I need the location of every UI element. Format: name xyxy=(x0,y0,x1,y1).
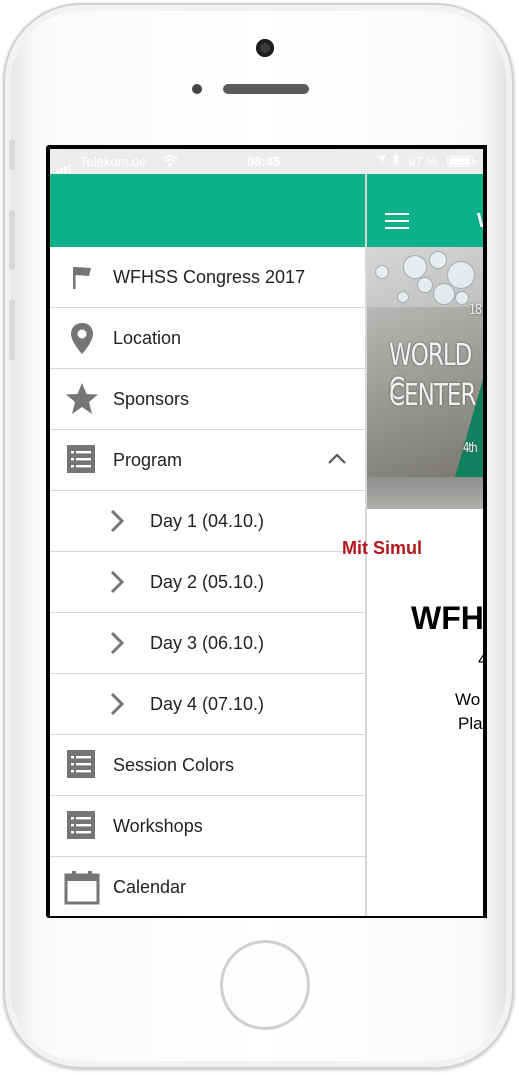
home-button[interactable] xyxy=(220,940,310,1030)
star-icon xyxy=(64,381,100,417)
bluetooth-icon xyxy=(392,152,400,169)
drawer-item-label: Day 2 (05.10.) xyxy=(150,571,265,592)
chevron-up-icon[interactable] xyxy=(327,452,347,466)
app-bar: W xyxy=(367,174,483,247)
location-arrow-icon xyxy=(376,153,387,167)
clock: 08:45 xyxy=(247,154,281,169)
venue-line: Wo xyxy=(455,690,481,709)
earpiece-speaker xyxy=(223,84,309,94)
drawer-item-label: Program xyxy=(113,449,183,470)
calendar-icon xyxy=(64,869,100,905)
screen: Telekom.de 08:45 97 % W xyxy=(46,145,487,918)
drawer-item-label: Calendar xyxy=(113,876,187,897)
congress-heading: WFH xyxy=(411,600,484,636)
volume-up-button xyxy=(9,210,15,270)
list-icon xyxy=(64,747,100,783)
photo-text-center: CENTER xyxy=(389,379,476,413)
wifi-icon xyxy=(162,154,178,170)
drawer-item-label: WFHSS Congress 2017 xyxy=(113,266,306,287)
battery-percent: 97 % xyxy=(408,154,438,169)
front-camera xyxy=(256,39,274,57)
drawer-item-workshops[interactable]: Workshops xyxy=(50,796,365,857)
navigation-drawer: WFHSS Congress 2017 Location Sponsors Pr… xyxy=(50,247,365,916)
drawer-item-congress[interactable]: WFHSS Congress 2017 xyxy=(50,247,365,308)
chevron-right-icon xyxy=(108,508,126,534)
drawer-item-program[interactable]: Program xyxy=(50,430,365,491)
status-bar: Telekom.de 08:45 97 % xyxy=(50,149,483,174)
simulation-notice: Mit Simul xyxy=(342,538,422,558)
drawer-subitem-day-2[interactable]: Day 2 (05.10.) xyxy=(50,552,365,613)
volume-down-button xyxy=(9,300,15,360)
mute-switch xyxy=(9,140,15,170)
battery-icon xyxy=(447,156,476,167)
drawer-item-sponsors[interactable]: Sponsors xyxy=(50,369,365,430)
menu-icon[interactable] xyxy=(385,213,409,230)
drawer-item-label: Location xyxy=(113,327,182,348)
congress-photo: 18 WORLD C CENTER 4th xyxy=(367,247,483,509)
drawer-subitem-day-1[interactable]: Day 1 (04.10.) xyxy=(50,491,365,552)
drawer-item-label: Day 3 (06.10.) xyxy=(150,632,265,653)
drawer-item-label: Day 4 (07.10.) xyxy=(150,693,265,714)
map-pin-icon xyxy=(64,320,100,356)
drawer-subitem-day-3[interactable]: Day 3 (06.10.) xyxy=(50,613,365,674)
screen-bezel-right xyxy=(483,145,487,918)
chevron-right-icon xyxy=(108,569,126,595)
list-icon xyxy=(64,808,100,844)
drawer-item-label: Session Colors xyxy=(113,754,235,775)
drawer-item-session-colors[interactable]: Session Colors xyxy=(50,735,365,796)
drawer-header xyxy=(50,174,365,247)
proximity-sensor xyxy=(192,84,202,94)
signal-icon xyxy=(56,158,72,173)
drawer-item-location[interactable]: Location xyxy=(50,308,365,369)
drawer-item-label: Workshops xyxy=(113,815,203,836)
drawer-item-calendar[interactable]: Calendar xyxy=(50,857,365,916)
app-screen: Telekom.de 08:45 97 % W xyxy=(50,149,483,916)
flag-icon xyxy=(64,259,100,295)
carrier-label: Telekom.de xyxy=(80,154,147,169)
drawer-item-label: Sponsors xyxy=(113,388,190,409)
photo-text-4th: 4th xyxy=(463,441,478,456)
drawer-item-label: Day 1 (04.10.) xyxy=(150,510,265,531)
chevron-right-icon xyxy=(108,630,126,656)
list-icon xyxy=(64,442,100,478)
photo-text-18: 18 xyxy=(469,301,482,318)
place-line: Pla xyxy=(458,714,483,733)
chevron-right-icon xyxy=(108,691,126,717)
drawer-subitem-day-4[interactable]: Day 4 (07.10.) xyxy=(50,674,365,735)
